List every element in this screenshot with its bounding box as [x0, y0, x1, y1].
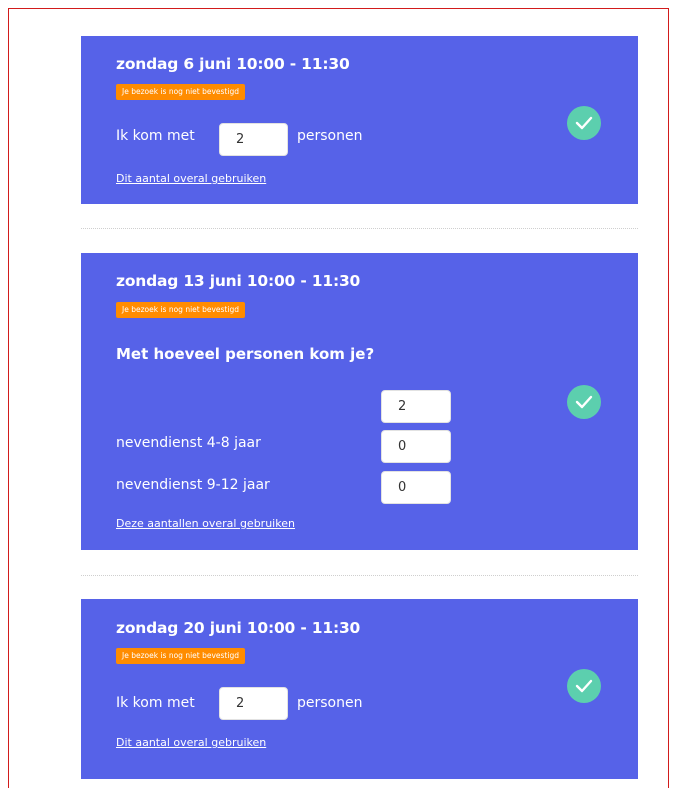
- visit-card-2: zondag 13 juni 10:00 - 11:30 Je bezoek i…: [81, 253, 638, 550]
- visit-date: zondag 6 juni 10:00 - 11:30: [116, 55, 350, 73]
- person-count-input[interactable]: [381, 390, 451, 423]
- visit-card-1: zondag 6 juni 10:00 - 11:30 Je bezoek is…: [81, 36, 638, 204]
- use-count-everywhere-link[interactable]: Dit aantal overal gebruiken: [116, 736, 266, 749]
- checkmark-circle-icon[interactable]: [567, 385, 601, 419]
- person-count-input[interactable]: [219, 687, 288, 720]
- visit-date: zondag 20 juni 10:00 - 11:30: [116, 619, 361, 637]
- person-count-question: Met hoeveel personen kom je?: [116, 345, 375, 363]
- use-count-everywhere-link[interactable]: Dit aantal overal gebruiken: [116, 172, 266, 185]
- count-prefix-label: Ik kom met: [116, 128, 195, 144]
- status-badge: Je bezoek is nog niet bevestigd: [116, 302, 245, 318]
- count-suffix-label: personen: [297, 695, 363, 711]
- count-suffix-label: personen: [297, 128, 363, 144]
- visit-date: zondag 13 juni 10:00 - 11:30: [116, 272, 361, 290]
- status-badge: Je bezoek is nog niet bevestigd: [116, 84, 245, 100]
- count-prefix-label: Ik kom met: [116, 695, 195, 711]
- visit-card-3: zondag 20 juni 10:00 - 11:30 Je bezoek i…: [81, 599, 638, 779]
- children-4-8-label: nevendienst 4-8 jaar: [116, 435, 261, 451]
- checkmark-circle-icon[interactable]: [567, 669, 601, 703]
- card-divider: [81, 575, 638, 576]
- use-counts-everywhere-link[interactable]: Deze aantallen overal gebruiken: [116, 517, 295, 530]
- status-badge: Je bezoek is nog niet bevestigd: [116, 648, 245, 664]
- children-4-8-input[interactable]: [381, 430, 451, 463]
- children-9-12-input[interactable]: [381, 471, 451, 504]
- card-divider: [81, 228, 638, 229]
- person-count-input[interactable]: [219, 123, 288, 156]
- children-9-12-label: nevendienst 9-12 jaar: [116, 477, 270, 493]
- checkmark-circle-icon[interactable]: [567, 106, 601, 140]
